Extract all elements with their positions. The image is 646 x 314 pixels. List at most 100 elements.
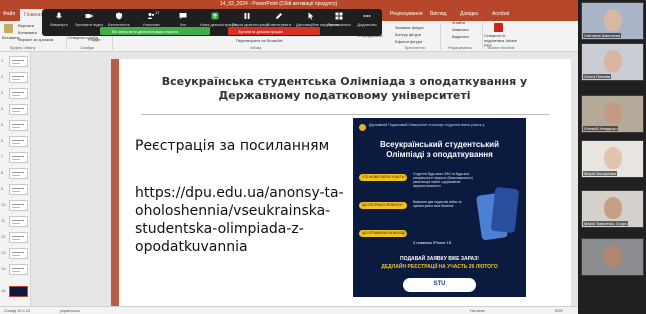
slide-thumbnail-active[interactable] <box>9 286 28 297</box>
thumbnail-number: 3 <box>1 90 4 95</box>
thumbnail-number: 8 <box>1 170 4 175</box>
chat-button[interactable]: Чат <box>168 12 198 27</box>
participant-face <box>604 102 622 124</box>
olympiad-poster-image[interactable]: Державний Податковий Університет оголошу… <box>353 118 526 297</box>
participant-face <box>604 50 622 72</box>
section-button[interactable]: Розділ <box>88 37 100 42</box>
poster-badge: ХТО МОЖЕ ВЗЯТИ УЧАСТЬ? <box>359 174 407 181</box>
slide-thumbnail[interactable] <box>9 136 28 147</box>
shape-outline-button[interactable]: Контур фігури <box>395 32 421 37</box>
slide-thumbnail[interactable] <box>9 72 28 83</box>
convert-smartart-button[interactable]: Перетворити на SmartArt <box>236 38 283 43</box>
more-button[interactable]: Додатково <box>352 12 382 27</box>
participant-name: Марія Засорнова <box>583 171 617 176</box>
replace-button[interactable]: Замінити <box>452 27 469 32</box>
participant-name: Марія Тимченко, 3 курс <box>583 221 629 226</box>
poster-badge-text: Студенти будь-якого ЗВО та будь-якої спе… <box>413 172 473 188</box>
slide-counter: Слайд 15 з 15 <box>4 308 31 313</box>
find-button[interactable]: Знайти <box>452 20 465 25</box>
shape-effects-button[interactable]: Ефекти фігури <box>395 39 422 44</box>
participant-video-tile[interactable]: Ольга Пенева <box>581 43 644 81</box>
paste-button[interactable]: Вставити <box>2 35 19 40</box>
participant-name: Світлана Амелєєва <box>583 33 621 38</box>
participant-video-tile[interactable] <box>581 238 644 276</box>
poster-badge: ЩО ПОТРІБНО ЗРОБИТИ? <box>359 202 407 209</box>
mute-button[interactable]: Вимкнути <box>44 12 74 27</box>
tab-file[interactable]: Файл <box>3 11 15 17</box>
apps-grid-icon <box>335 12 343 20</box>
participant-video-tile[interactable]: Світлана Амелєєва <box>581 2 644 40</box>
thumbnail-number: 10 <box>1 202 6 207</box>
slide-thumbnail[interactable] <box>9 216 28 227</box>
sharing-indicator: Ви запустили демонстрацію екрана <box>100 27 210 35</box>
slide-thumbnail[interactable] <box>9 248 28 259</box>
thumbnail-number: 14 <box>1 266 6 271</box>
participant-video-tile[interactable]: Марія Тимченко, 3 курс <box>581 190 644 228</box>
poster-prize: 3 новенькі iPhone 15 <box>413 240 452 245</box>
security-button[interactable]: Безпечність <box>104 12 134 27</box>
thumbnail-number: 11 <box>1 218 6 223</box>
copy-button[interactable]: Копіювати <box>18 30 37 35</box>
new-share-button[interactable]: Нова демонстрація <box>200 12 236 27</box>
participants-button[interactable]: Учасники 17 <box>136 10 166 27</box>
slide-thumbnail[interactable] <box>9 184 28 195</box>
shape-fill-button[interactable]: Заливка фігури <box>395 25 424 30</box>
poster-header: Державний Податковий Університет оголошу… <box>369 123 485 127</box>
slide-thumbnail[interactable] <box>9 232 28 243</box>
stop-video-button[interactable]: Зупинити відео <box>74 12 104 27</box>
registration-url[interactable]: https://dpu.edu.ua/anonsy-ta-oholoshenni… <box>135 184 375 256</box>
slide-thumbnail[interactable] <box>9 120 28 131</box>
thumbnail-number: 2 <box>1 74 4 79</box>
microphone-icon <box>56 12 62 19</box>
slides-group-label: Слайди <box>80 45 95 50</box>
stu-logo: STU <box>403 278 476 292</box>
poster-title: Всеукраїнський студентський Олімпіаді з … <box>379 140 500 159</box>
slide-thumbnail[interactable] <box>9 104 28 115</box>
registration-text[interactable]: Реєстрація за посиланням <box>135 138 329 154</box>
tab-view[interactable]: Вигляд <box>430 11 446 17</box>
notes-button[interactable]: Нотатки <box>470 308 485 313</box>
slide-thumbnail[interactable] <box>9 88 28 99</box>
powerpoint-title-bar: 14_02_2024 - PowerPoint (Сбій активації … <box>0 0 578 9</box>
thumbnail-number: 7 <box>1 154 4 159</box>
participant-video-tile[interactable]: Олексій Невдачко <box>581 95 644 133</box>
participant-count-badge: 17 <box>155 10 160 15</box>
apps-button[interactable]: Приложения <box>324 12 354 27</box>
tab-help[interactable]: Довідка <box>460 11 478 17</box>
paragraph-group-label: Абзац <box>250 45 262 50</box>
participant-face <box>604 245 622 267</box>
participant-face <box>604 197 622 219</box>
tab-review[interactable]: Рецензування <box>390 11 423 17</box>
stop-share-button[interactable]: Зупинити демонстрацію <box>228 27 320 35</box>
slide-thumbnail[interactable] <box>9 152 28 163</box>
share-screen-icon <box>211 12 219 20</box>
ribbon-divider <box>440 23 441 50</box>
paste-icon[interactable] <box>4 24 13 33</box>
slide-thumbnail[interactable] <box>9 200 28 211</box>
ribbon-divider <box>482 23 483 50</box>
cut-button[interactable]: Вирізати <box>18 23 34 28</box>
slide-accent-strip <box>111 59 119 309</box>
slide-canvas[interactable]: Всеукраїнська студентська Олімпіада з оп… <box>111 59 571 309</box>
participant-video-tile[interactable]: Марія Засорнова <box>581 140 644 178</box>
select-button[interactable]: Виділити <box>452 34 469 39</box>
more-dots-icon <box>363 15 371 17</box>
adobe-pdf-icon[interactable] <box>494 23 503 32</box>
slide-title[interactable]: Всеукраїнська студентська Олімпіада з оп… <box>147 75 542 103</box>
format-painter-button[interactable]: Формат за зразком <box>18 37 53 42</box>
slide-thumbnail[interactable] <box>9 168 28 179</box>
pause-share-button[interactable]: Пауза демонстрації <box>232 12 269 27</box>
title-divider <box>141 114 549 115</box>
slide-thumbnail[interactable] <box>9 264 28 275</box>
chat-bubble-icon <box>179 13 187 19</box>
clipboard-group-label: Буфер обміну <box>10 45 36 50</box>
language-indicator[interactable]: українська <box>60 308 80 313</box>
slide-thumbnail[interactable] <box>9 56 28 67</box>
thumbnail-number: 15 <box>1 288 6 293</box>
slide-thumbnail-panel[interactable]: 1 2 3 4 5 6 7 8 9 10 11 12 13 14 15 <box>0 52 31 306</box>
remote-control-button[interactable]: Дистанційне керування <box>296 12 339 27</box>
tab-acrobat[interactable]: Acrobat <box>492 11 509 17</box>
zoom-level[interactable]: 63% <box>555 308 563 313</box>
annotate-button[interactable]: Коментувати <box>264 12 294 27</box>
poster-badge: ЩО ОТРИМУЄШ НА ВИХОДІ? <box>359 230 407 237</box>
